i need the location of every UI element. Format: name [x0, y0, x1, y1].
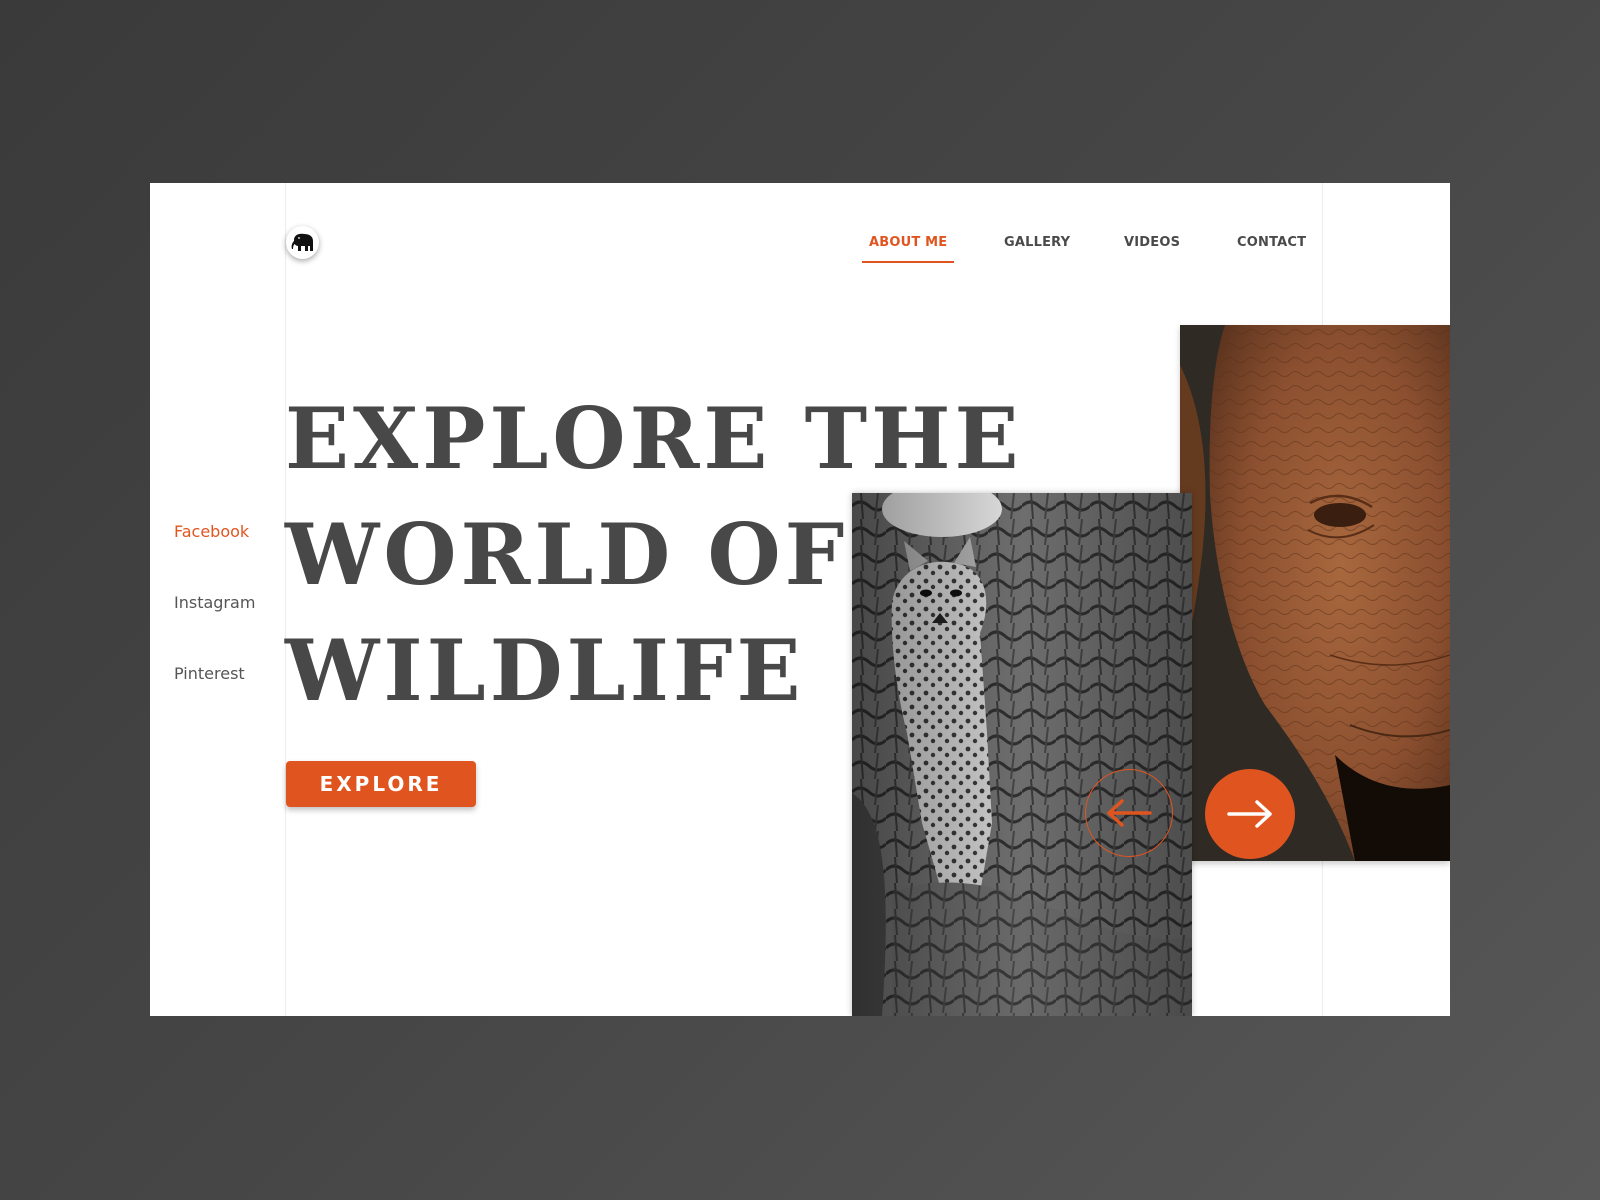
nav-contact[interactable]: CONTACT — [1237, 235, 1306, 250]
main-nav: ABOUT ME GALLERY VIDEOS CONTACT — [150, 235, 1450, 275]
slider-next-button[interactable] — [1205, 769, 1295, 859]
nav-videos[interactable]: VIDEOS — [1124, 235, 1180, 250]
arrow-left-icon — [1107, 799, 1152, 827]
nav-gallery[interactable]: GALLERY — [1004, 235, 1070, 250]
social-link-instagram[interactable]: Instagram — [174, 593, 255, 612]
arrow-right-icon — [1227, 800, 1272, 828]
headline-line: WILDLIFE — [285, 621, 805, 720]
slider-prev-button[interactable] — [1085, 769, 1173, 857]
social-link-pinterest[interactable]: Pinterest — [174, 664, 245, 683]
headline-line: EXPLORE THE — [285, 389, 1023, 488]
slide-leopard-photo — [852, 493, 1192, 1016]
explore-button[interactable]: EXPLORE — [286, 761, 476, 807]
leopard-image — [852, 493, 1192, 1016]
nav-about-me[interactable]: ABOUT ME — [861, 235, 955, 263]
landing-page: ABOUT ME GALLERY VIDEOS CONTACT Facebook… — [150, 183, 1450, 1016]
social-link-facebook[interactable]: Facebook — [174, 522, 249, 541]
headline-line: WORLD OF — [285, 505, 849, 604]
